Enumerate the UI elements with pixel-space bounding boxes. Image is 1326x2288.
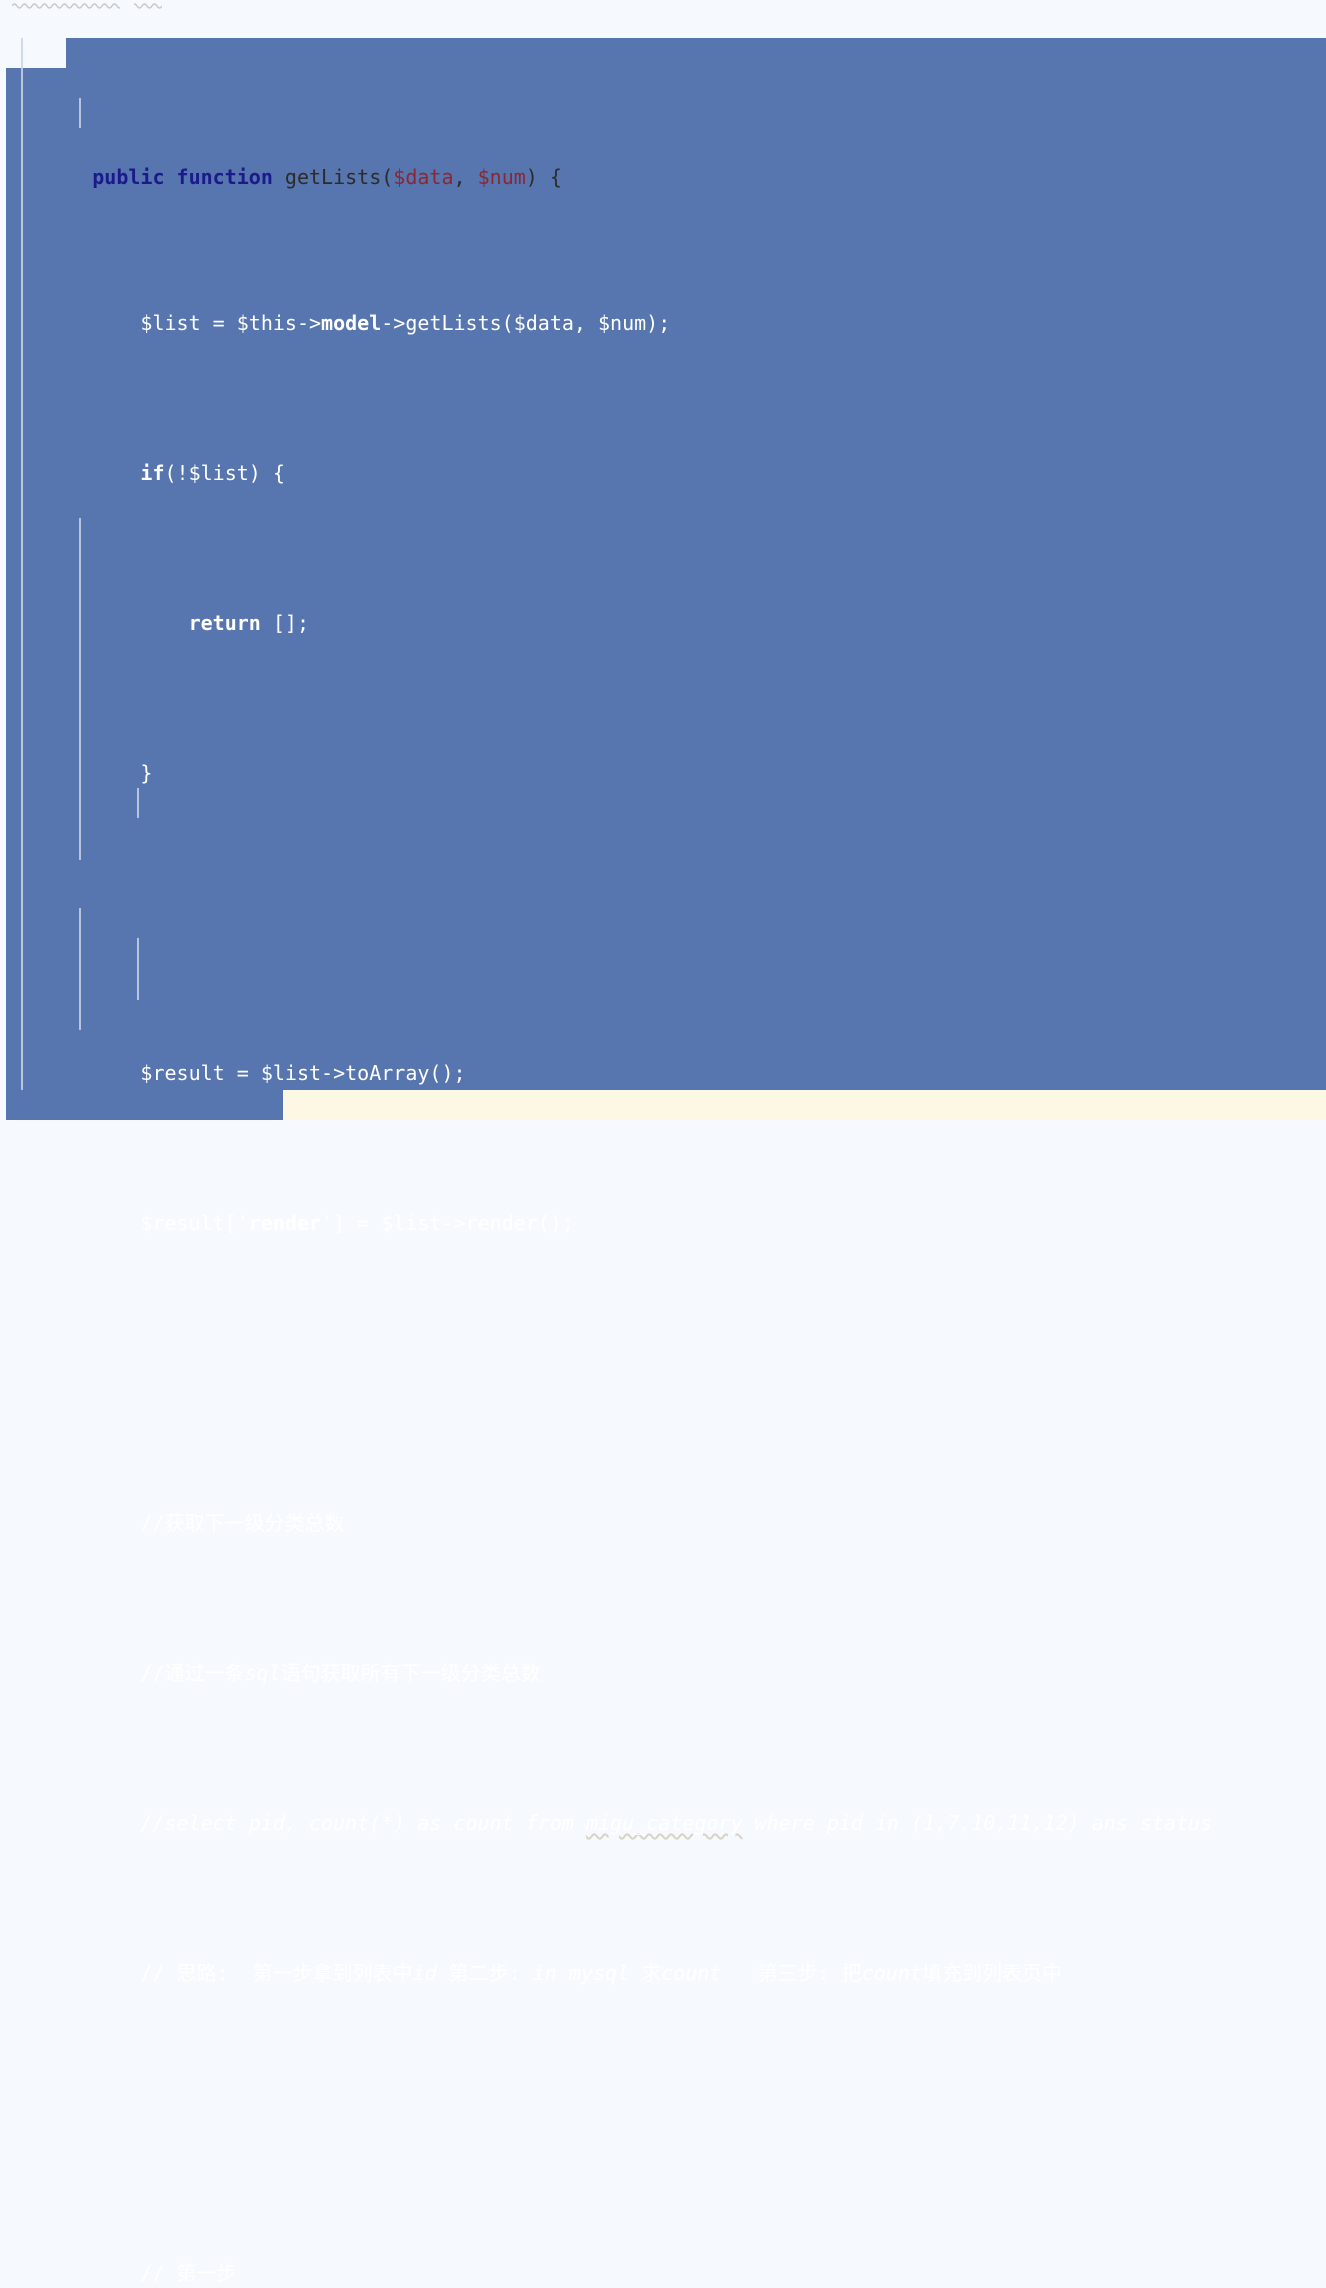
token-comment-plan-b: 第二步: [436,1961,533,1985]
token-result-index: $result[' [140,1211,249,1235]
token-string-render: render [248,1211,322,1235]
code-line[interactable]: $list = $this->model->getLists($data, $n… [0,278,1326,335]
token-comment-sql-head: //select pid, count(*) as count from [140,1811,586,1835]
code-line[interactable]: return []; [0,578,1326,635]
code-line-comment[interactable]: //select pid, count(*) as count from mig… [0,1778,1326,1835]
code-line-blank[interactable] [0,878,1326,908]
code-editor[interactable]: public function getLists($data, $num) { … [0,0,1326,2285]
token-paren-open: ( [381,165,394,189]
token-assign-list: $list = $this-> [140,311,322,335]
code-line-comment[interactable]: // 思路: 第一步拿到列表中id 第二步: in mysql 求count 第… [0,1928,1326,1985]
code-line-comment[interactable]: //获取下一级分类总数 [0,1478,1326,1535]
token-return-empty-array: []; [260,611,309,635]
token-render-call: '] = $list->render(); [321,1211,574,1235]
code-text-layer[interactable]: public function getLists($data, $num) { … [0,0,1326,2285]
code-line[interactable]: $result['render'] = $list->render(); [0,1178,1326,1235]
code-line[interactable]: if(!$list) { [0,428,1326,485]
token-keyword-function: function [176,165,273,189]
token-keyword-if: if [140,461,165,485]
code-line[interactable]: } [0,728,1326,785]
token-comment-sql-tail: where pid in (1,7,10,11,12) ans status [742,1811,1213,1835]
token-param-data: $data [393,165,454,189]
token-comment-plan-mysql: in mysql [532,1961,630,1985]
token-comment-cn-1: //获取下一级分类总数 [140,1511,345,1535]
code-line-comment[interactable]: // 第一步 [0,2228,1326,2285]
token-function-name: getLists [284,165,382,189]
token-if-cond: (!$list) { [164,461,285,485]
code-line-comment[interactable]: //通过一条sql语句获取所有下一级分类总数 [0,1628,1326,1685]
token-signature-tail: ) { [525,165,562,189]
code-line[interactable]: $result = $list->toArray(); [0,1028,1326,1085]
token-comment-plan-d: 第三步: 把 [721,1961,862,1985]
token-comment-cn-2a: //通过一条 [140,1661,245,1685]
token-comment-plan-count2: count [861,1961,922,1985]
token-comment-sql: sql [244,1661,281,1685]
token-comment-table-name: migu_category [585,1811,743,1835]
token-brace-close: } [140,761,153,785]
token-comment-plan-id: id [412,1961,437,1985]
code-line-blank[interactable] [0,1328,1326,1358]
token-comment-plan-c: 求 [629,1961,662,1985]
token-result-toarray: $result = $list->toArray(); [140,1061,466,1085]
token-comma: , [453,165,478,189]
token-param-num: $num [477,165,526,189]
token-prop-model: model [321,311,382,335]
token-comment-plan-e: 填充到列表页中 [921,1961,1062,1985]
token-comment-plan-count1: count [661,1961,722,1985]
token-comment-plan-a: // 思路: 第一步拿到列表中 [140,1961,413,1985]
token-keyword-return: return [188,611,261,635]
code-line-blank[interactable] [0,2078,1326,2108]
token-comment-cn-2b: 语句获取所有下一级分类总数 [280,1661,541,1685]
token-comment-step1: // 第一步 [140,2261,237,2285]
token-call-getlists: ->getLists($data, $num); [381,311,671,335]
token-keyword-public: public [92,165,165,189]
code-line[interactable]: public function getLists($data, $num) { [0,120,1326,189]
